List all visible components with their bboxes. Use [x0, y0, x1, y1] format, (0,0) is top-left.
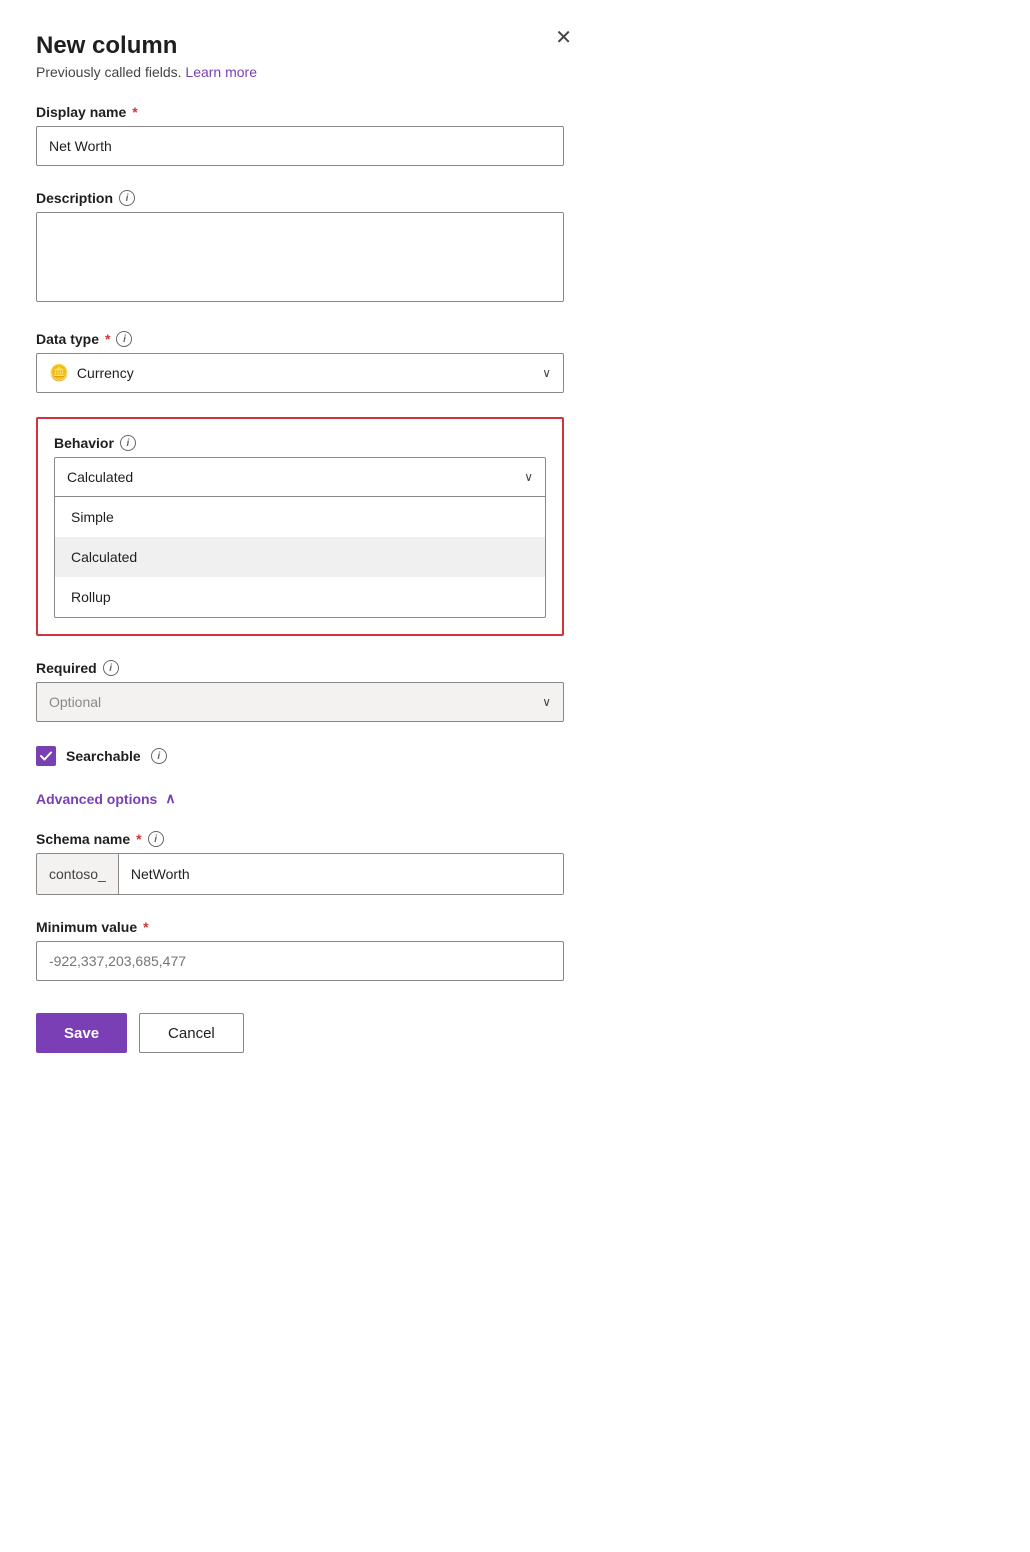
learn-more-link[interactable]: Learn more: [185, 64, 257, 80]
searchable-row: Searchable i: [36, 746, 564, 766]
behavior-options-list: Simple Calculated Rollup: [54, 497, 546, 618]
data-type-value: Currency: [77, 365, 542, 381]
behavior-selected-value: Calculated: [67, 469, 133, 485]
advanced-options-toggle[interactable]: Advanced options ∧: [36, 790, 176, 807]
display-name-input[interactable]: [36, 126, 564, 166]
data-type-section: Data type * i 🪙 Currency ∨: [36, 331, 564, 393]
description-info-icon: i: [119, 190, 135, 206]
close-button[interactable]: ✕: [555, 28, 572, 48]
schema-name-input[interactable]: [119, 854, 563, 894]
searchable-checkbox[interactable]: [36, 746, 56, 766]
schema-name-required: *: [136, 831, 141, 847]
behavior-info-icon: i: [120, 435, 136, 451]
behavior-section: Behavior i Calculated ∨ Simple Calculate…: [36, 417, 564, 636]
schema-name-section: Schema name * i contoso_: [36, 831, 564, 895]
description-label: Description i: [36, 190, 564, 206]
data-type-label: Data type * i: [36, 331, 564, 347]
data-type-chevron: ∨: [542, 366, 551, 380]
behavior-option-calculated[interactable]: Calculated: [55, 537, 545, 577]
action-buttons: Save Cancel: [36, 1013, 564, 1053]
required-info-icon: i: [103, 660, 119, 676]
searchable-info-icon: i: [151, 748, 167, 764]
minimum-value-required: *: [143, 919, 148, 935]
required-value: Optional: [49, 694, 542, 710]
schema-name-input-row: contoso_: [36, 853, 564, 895]
display-name-label: Display name *: [36, 104, 564, 120]
required-chevron: ∨: [542, 695, 551, 709]
save-button[interactable]: Save: [36, 1013, 127, 1053]
behavior-label: Behavior i: [54, 435, 546, 451]
behavior-option-rollup[interactable]: Rollup: [55, 577, 545, 617]
description-input[interactable]: [36, 212, 564, 302]
minimum-value-section: Minimum value *: [36, 919, 564, 981]
schema-name-info-icon: i: [148, 831, 164, 847]
new-column-panel: New column Previously called fields. Lea…: [0, 0, 600, 1093]
subtitle-text: Previously called fields.: [36, 64, 182, 80]
description-section: Description i: [36, 190, 564, 307]
schema-name-label: Schema name * i: [36, 831, 564, 847]
data-type-required: *: [105, 331, 110, 347]
behavior-select-header[interactable]: Calculated ∨: [54, 457, 546, 497]
searchable-label: Searchable: [66, 748, 141, 764]
required-label: Required i: [36, 660, 564, 676]
panel-subtitle: Previously called fields. Learn more: [36, 64, 564, 80]
advanced-options-label: Advanced options: [36, 791, 157, 807]
currency-icon: 🪙: [49, 363, 69, 383]
close-icon: ✕: [555, 27, 572, 49]
behavior-option-simple[interactable]: Simple: [55, 497, 545, 537]
behavior-chevron: ∨: [524, 470, 533, 484]
display-name-required: *: [132, 104, 137, 120]
panel-header: New column Previously called fields. Lea…: [36, 32, 564, 80]
minimum-value-input[interactable]: [36, 941, 564, 981]
required-select[interactable]: Optional ∨: [36, 682, 564, 722]
panel-title: New column: [36, 32, 564, 60]
minimum-value-label: Minimum value *: [36, 919, 564, 935]
data-type-select[interactable]: 🪙 Currency ∨: [36, 353, 564, 393]
advanced-options-chevron: ∧: [165, 790, 175, 807]
data-type-info-icon: i: [116, 331, 132, 347]
cancel-button[interactable]: Cancel: [139, 1013, 244, 1053]
required-section: Required i Optional ∨: [36, 660, 564, 722]
behavior-dropdown: Calculated ∨ Simple Calculated Rollup: [54, 457, 546, 618]
schema-prefix: contoso_: [37, 854, 119, 894]
display-name-section: Display name *: [36, 104, 564, 166]
checkmark-icon: [40, 750, 52, 762]
